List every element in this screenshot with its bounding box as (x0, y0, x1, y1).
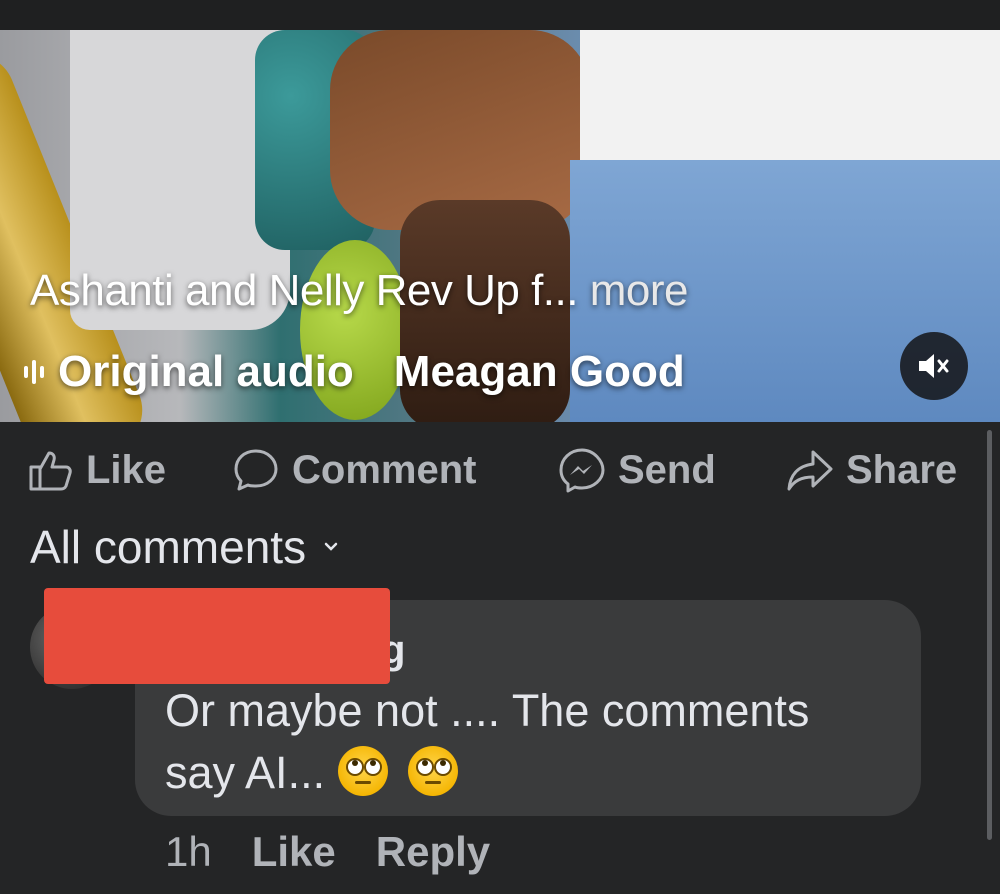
audio-label: Original audio (58, 347, 354, 396)
share-label: Share (846, 447, 958, 492)
more-link[interactable]: more (590, 266, 689, 315)
eye-roll-emoji-icon (337, 746, 388, 796)
comment-text-line1: Or maybe not .... The comments (165, 685, 810, 736)
send-button[interactable]: Send (558, 447, 716, 493)
mute-button[interactable] (900, 332, 968, 400)
white-top (580, 30, 1000, 170)
video-caption[interactable]: Ashanti and Nelly Rev Up f... more (30, 266, 688, 316)
comment-text-line2: say AI... (165, 747, 326, 798)
chevron-down-icon (324, 542, 338, 551)
like-label: Like (86, 447, 167, 492)
share-button[interactable]: Share (786, 448, 957, 493)
comment-meta: 1h Like Reply (165, 828, 490, 876)
messenger-icon (559, 448, 605, 493)
audio-artist: Meagan Good (393, 347, 685, 396)
comment-text: Or maybe not .... The comments say AI... (165, 680, 905, 804)
top-bar (0, 0, 1000, 30)
like-button[interactable]: Like (28, 448, 166, 493)
redaction-box (44, 588, 390, 684)
send-label: Send (618, 447, 716, 492)
speaker-muted-icon (919, 354, 949, 378)
comment-reply-link[interactable]: Reply (376, 828, 490, 876)
caption-text: Ashanti and Nelly Rev Up f... (30, 266, 578, 315)
share-arrow-icon (787, 450, 833, 491)
eye-roll-emoji-icon (408, 746, 459, 796)
comments-header-label: All comments (30, 521, 307, 573)
comment-button[interactable]: Comment (232, 447, 476, 493)
comment-label: Comment (292, 447, 477, 492)
comment-text-line2-wrap: say AI... (165, 742, 905, 804)
comment-like-link[interactable]: Like (252, 828, 336, 876)
audio-row[interactable]: Original audio Meagan Good (24, 342, 685, 402)
comments-sort-dropdown[interactable]: All comments (30, 520, 338, 574)
thumbs-up-icon (29, 451, 72, 491)
audio-wave-icon (24, 360, 44, 384)
video-player[interactable]: Ashanti and Nelly Rev Up f... more Origi… (0, 30, 1000, 422)
action-bar: Like Comment Send Share (0, 440, 1000, 500)
comment-time: 1h (165, 828, 212, 875)
comment-bubble-icon (234, 449, 278, 491)
